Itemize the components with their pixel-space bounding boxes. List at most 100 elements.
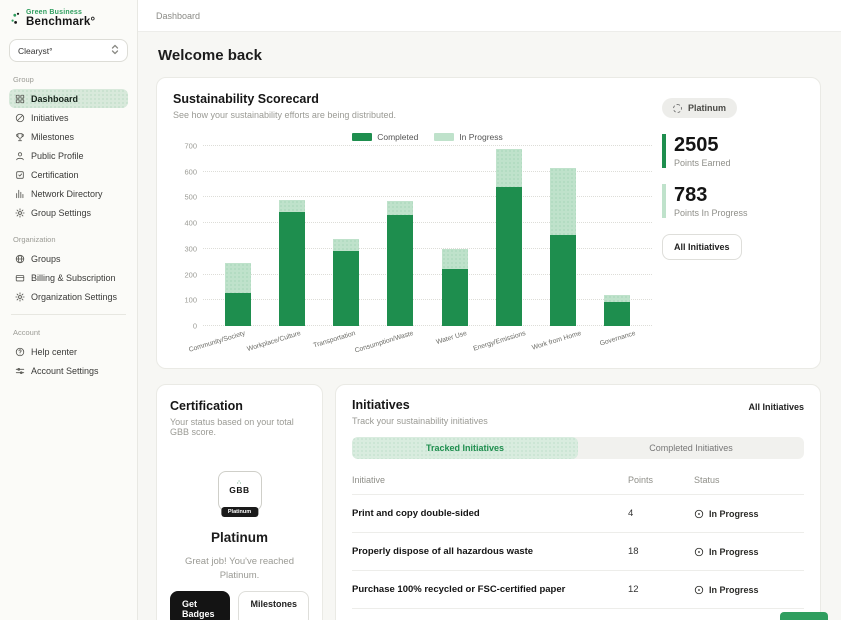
scorecard-summary-column: Platinum 2505Points Earned783Points In P… (652, 92, 804, 354)
status-label: In Progress (709, 547, 759, 557)
sidebar-item-organization-settings[interactable]: Organization Settings (9, 287, 128, 306)
chart-tick-label: 300 (184, 244, 197, 253)
sidebar-item-label: Groups (31, 254, 61, 264)
table-row[interactable]: Print and copy double-sided4In Progress (352, 495, 804, 533)
topbar: Dashboard (138, 0, 841, 32)
cell-initiative: Properly dispose of all hazardous waste (352, 546, 628, 557)
chart-bar-energy-emissions[interactable] (496, 149, 522, 326)
chart-plot: 0100200300400500600700 (203, 146, 652, 326)
scorecard-card: Sustainability Scorecard See how your su… (156, 77, 821, 369)
chart-x-labels: Community/SocietyWorkplace/CultureTransp… (203, 326, 652, 356)
milestones-button[interactable]: Milestones (238, 591, 309, 620)
sidebar-item-milestones[interactable]: Milestones (9, 127, 128, 146)
gbb-badge-box: ∴ GBB (218, 471, 262, 511)
get-badges-button[interactable]: Get Badges (170, 591, 230, 620)
legend-label: Completed (377, 132, 418, 142)
certification-tier: Platinum (170, 530, 309, 545)
bottom-row: Certification Your status based on your … (156, 384, 821, 620)
in-progress-icon (694, 547, 704, 557)
table-row[interactable]: Purchase 100% recycled or FSC-certified … (352, 571, 804, 609)
bar-segment-completed (604, 302, 630, 326)
cell-points: 18 (628, 546, 694, 557)
table-row[interactable]: Purchase 50-100% recycled content trash … (352, 609, 804, 620)
globe-icon (15, 254, 25, 264)
check-square-icon (15, 170, 25, 180)
bar-segment-completed (550, 235, 576, 326)
points-stats: 2505Points Earned783Points In Progress (662, 118, 748, 218)
chat-launcher-partial[interactable] (780, 612, 828, 620)
sidebar-item-help-center[interactable]: Help center (9, 342, 128, 361)
chart-bar-workplace-culture[interactable] (279, 200, 305, 326)
chart-category-label: Community/Society (188, 330, 246, 354)
cell-points: 4 (628, 508, 694, 519)
initiatives-all-link[interactable]: All Initiatives (748, 402, 804, 412)
sidebar-item-network-directory[interactable]: Network Directory (9, 184, 128, 203)
initiatives-title: Initiatives (352, 398, 488, 412)
sidebar-item-certification[interactable]: Certification (9, 165, 128, 184)
chart-category-label: Energy/Emissions (472, 330, 526, 353)
stat-label: Points In Progress (674, 208, 748, 218)
chart-bar-water-use[interactable] (442, 249, 468, 326)
chart-bar-work-from-home[interactable] (550, 168, 576, 326)
sidebar-item-groups[interactable]: Groups (9, 249, 128, 268)
chart-bar-governance[interactable] (604, 295, 630, 326)
cell-status: In Progress (694, 547, 804, 557)
sidebar: Green Business Benchmark° Clearyst° Grou… (0, 0, 138, 620)
sidebar-item-label: Milestones (31, 132, 74, 142)
tab-completed-initiatives[interactable]: Completed Initiatives (578, 437, 804, 459)
scorecard-title: Sustainability Scorecard (173, 92, 652, 106)
scorecard-subtitle: See how your sustainability efforts are … (173, 110, 652, 120)
organization-selector[interactable]: Clearyst° (9, 39, 128, 62)
chart-tick-label: 600 (184, 167, 197, 176)
sidebar-item-initiatives[interactable]: Initiatives (9, 108, 128, 127)
table-body: Print and copy double-sided4In ProgressP… (352, 495, 804, 620)
tab-tracked-initiatives[interactable]: Tracked Initiatives (352, 437, 578, 459)
tier-badge[interactable]: Platinum (662, 98, 737, 118)
chart-category-label: Transportation (313, 330, 357, 349)
sidebar-item-label: Billing & Subscription (31, 273, 116, 283)
legend-label: In Progress (459, 132, 502, 142)
chart-tick-label: 500 (184, 193, 197, 202)
sidebar-item-account-settings[interactable]: Account Settings (9, 361, 128, 380)
breadcrumb: Dashboard (156, 11, 200, 21)
chart-bars (203, 146, 652, 326)
column-initiative: Initiative (352, 475, 628, 485)
bar-segment-in-progress (442, 249, 468, 270)
sidebar-item-dashboard[interactable]: Dashboard (9, 89, 128, 108)
sidebar-item-group-settings[interactable]: Group Settings (9, 203, 128, 222)
chart-category-label: Governance (599, 330, 636, 348)
bar-segment-completed (225, 293, 251, 326)
column-points: Points (628, 475, 694, 485)
all-initiatives-button[interactable]: All Initiatives (662, 234, 742, 260)
tier-badge-label: Platinum (688, 103, 726, 113)
sidebar-item-label: Account Settings (31, 366, 99, 376)
chart-legend: Completed In Progress (203, 132, 652, 142)
chart-category-label: Work from Home (531, 330, 582, 352)
chevron-updown-icon (111, 44, 119, 57)
page-content: Welcome back Sustainability Scorecard Se… (138, 32, 841, 620)
bar-segment-completed (442, 269, 468, 326)
certification-card: Certification Your status based on your … (156, 384, 323, 620)
chart-category-label: Consumption/Waste (354, 330, 414, 355)
in-progress-icon (694, 509, 704, 519)
chart-bar-consumption-waste[interactable] (387, 201, 413, 326)
organization-selector-value: Clearyst° (18, 46, 53, 56)
cell-points: 12 (628, 584, 694, 595)
table-row[interactable]: Properly dispose of all hazardous waste1… (352, 533, 804, 571)
in-progress-icon (694, 585, 704, 595)
sidebar-item-public-profile[interactable]: Public Profile (9, 146, 128, 165)
bar-segment-completed (496, 187, 522, 326)
sidebar-item-label: Group Settings (31, 208, 91, 218)
initiatives-card: Initiatives Track your sustainability in… (335, 384, 821, 620)
bar-segment-in-progress (550, 168, 576, 235)
legend-swatch (434, 133, 454, 141)
chart-bar-transportation[interactable] (333, 239, 359, 326)
bar-segment-completed (387, 215, 413, 326)
gbb-badge-tier-label: Platinum (221, 507, 258, 517)
sidebar-item-billing-subscription[interactable]: Billing & Subscription (9, 268, 128, 287)
bar-segment-in-progress (333, 239, 359, 252)
sidebar-item-label: Help center (31, 347, 77, 357)
sidebar-item-label: Certification (31, 170, 79, 180)
main-area: Dashboard Welcome back Sustainability Sc… (138, 0, 841, 620)
chart-bar-community-society[interactable] (225, 263, 251, 326)
